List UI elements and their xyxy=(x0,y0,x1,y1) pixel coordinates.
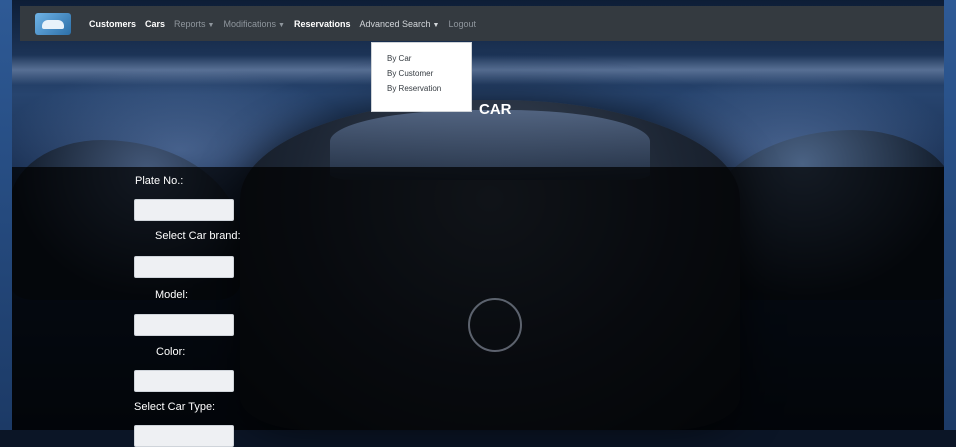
caret-down-icon: ▼ xyxy=(432,21,440,29)
background-car-emblem xyxy=(468,298,522,352)
car-type-select[interactable] xyxy=(134,425,234,447)
nav-reports[interactable]: Reports ▼ xyxy=(174,19,214,29)
color-input[interactable] xyxy=(134,370,234,392)
dropdown-item-by-reservation[interactable]: By Reservation xyxy=(372,81,471,96)
caret-down-icon: ▼ xyxy=(207,21,215,29)
car-type-label: Select Car Type: xyxy=(134,401,216,413)
nav-modifications[interactable]: Modifications ▼ xyxy=(223,19,284,29)
background-light xyxy=(0,55,956,85)
navbar: Customers Cars Reports ▼ Modifications ▼ R… xyxy=(20,6,944,41)
caret-down-icon: ▼ xyxy=(278,21,285,29)
nav-logout[interactable]: Logout xyxy=(448,19,476,29)
advanced-search-dropdown: By Car By Customer By Reservation xyxy=(371,42,472,112)
plate-input[interactable] xyxy=(134,199,234,221)
brand-label: Select Car brand: xyxy=(155,230,241,242)
nav-advanced-search[interactable]: Advanced Search ▼ xyxy=(359,19,439,29)
nav-reservations[interactable]: Reservations xyxy=(294,19,351,29)
page-edge-left xyxy=(0,0,12,430)
dropdown-item-by-customer[interactable]: By Customer xyxy=(372,66,471,81)
plate-label: Plate No.: xyxy=(135,175,184,187)
model-input[interactable] xyxy=(134,314,234,336)
page-title: CAR xyxy=(479,101,512,118)
nav-cars[interactable]: Cars xyxy=(145,19,165,29)
nav-reports-label: Reports xyxy=(174,18,206,29)
nav-modifications-label: Modifications xyxy=(223,18,277,29)
page-edge-right xyxy=(944,0,956,430)
nav-advanced-search-label: Advanced Search xyxy=(359,18,431,29)
model-label: Model: xyxy=(155,289,189,301)
color-label: Color: xyxy=(156,346,186,358)
brand-select[interactable] xyxy=(134,256,234,278)
car-logo-icon[interactable] xyxy=(35,12,71,35)
nav-customers[interactable]: Customers xyxy=(89,19,136,29)
dropdown-item-by-car[interactable]: By Car xyxy=(372,51,471,66)
